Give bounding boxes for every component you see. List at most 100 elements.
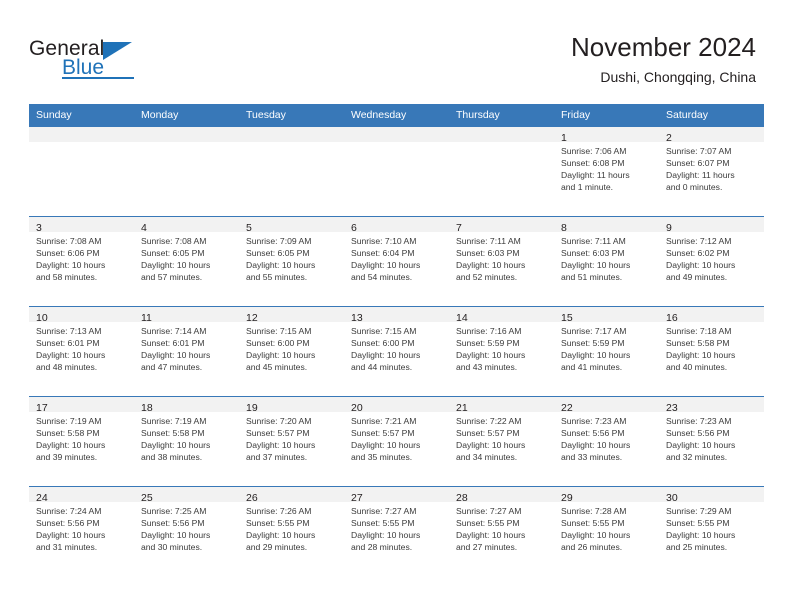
daylight-duration-line1: Daylight: 10 hours (246, 530, 316, 541)
calendar-day-cell[interactable]: 25 Sunrise: 7:25 AM Sunset: 5:56 PM Dayligh… (134, 486, 239, 576)
day-number-band: 18 (134, 397, 239, 414)
calendar-day-cell[interactable]: 14 Sunrise: 7:16 AM Sunset: 5:59 PM Dayligh… (449, 306, 554, 397)
daylight-duration-line1: Daylight: 10 hours (666, 440, 736, 451)
calendar-day-cell[interactable]: 15 Sunrise: 7:17 AM Sunset: 5:59 PM Dayligh… (554, 306, 659, 397)
calendar-header-row: Sunday Monday Tuesday Wednesday Thursday… (29, 104, 764, 127)
daylight-duration-line2: and 51 minutes. (561, 272, 623, 283)
daylight-duration-line2: and 29 minutes. (246, 542, 308, 553)
day-number: 24 (36, 492, 48, 504)
daylight-duration-line2: and 25 minutes. (666, 542, 728, 553)
sunrise-time: Sunrise: 7:08 AM (36, 236, 102, 246)
calendar-day-cell[interactable]: 23 Sunrise: 7:23 AM Sunset: 5:56 PM Dayligh… (659, 396, 764, 487)
calendar-day-cell[interactable]: 8 Sunrise: 7:11 AM Sunset: 6:03 PM Daylight… (554, 216, 659, 307)
sunset-time: Sunset: 6:01 PM (36, 338, 100, 349)
sunrise-time: Sunrise: 7:11 AM (456, 236, 521, 246)
daylight-duration-line1: Daylight: 10 hours (456, 530, 526, 541)
daylight-duration-line2: and 44 minutes. (351, 362, 413, 373)
day-number-band (449, 127, 554, 142)
calendar-day-cell[interactable]: 19 Sunrise: 7:20 AM Sunset: 5:57 PM Dayligh… (239, 396, 344, 487)
calendar-week-row: 10 Sunrise: 7:13 AM Sunset: 6:01 PM Dayligh… (29, 306, 764, 397)
sunset-time: Sunset: 5:55 PM (351, 518, 415, 529)
calendar-day-cell[interactable]: 16 Sunrise: 7:18 AM Sunset: 5:58 PM Dayligh… (659, 306, 764, 397)
day-number: 29 (561, 492, 573, 504)
daylight-duration-line2: and 58 minutes. (36, 272, 98, 283)
daylight-duration-line1: Daylight: 10 hours (456, 440, 526, 451)
daylight-duration-line2: and 49 minutes. (666, 272, 728, 283)
calendar-day-cell[interactable]: 11 Sunrise: 7:14 AM Sunset: 6:01 PM Dayligh… (134, 306, 239, 397)
day-number: 17 (36, 402, 48, 414)
sunrise-time: Sunrise: 7:20 AM (246, 416, 312, 426)
day-number: 14 (456, 312, 468, 324)
daylight-duration-line2: and 30 minutes. (141, 542, 203, 553)
calendar-day-cell[interactable]: 26 Sunrise: 7:26 AM Sunset: 5:55 PM Dayligh… (239, 486, 344, 576)
day-number-band: 2 (659, 127, 764, 144)
daylight-duration-line2: and 34 minutes. (456, 452, 518, 463)
sunset-time: Sunset: 6:01 PM (141, 338, 205, 349)
day-number-band: 3 (29, 217, 134, 234)
calendar-day-cell[interactable]: 21 Sunrise: 7:22 AM Sunset: 5:57 PM Dayligh… (449, 396, 554, 487)
general-blue-logo[interactable]: General Blue (29, 37, 159, 85)
daylight-duration-line2: and 52 minutes. (456, 272, 518, 283)
day-details: Sunrise: 7:21 AM Sunset: 5:57 PM Daylight:… (344, 412, 449, 463)
day-number-band (344, 127, 449, 142)
sunrise-time: Sunrise: 7:06 AM (561, 146, 627, 156)
calendar-day-cell[interactable]: 12 Sunrise: 7:15 AM Sunset: 6:00 PM Dayligh… (239, 306, 344, 397)
day-number-band: 6 (344, 217, 449, 234)
sunset-time: Sunset: 5:56 PM (561, 428, 625, 439)
calendar-day-cell[interactable]: 4 Sunrise: 7:08 AM Sunset: 6:05 PM Daylight… (134, 216, 239, 307)
day-number-band: 10 (29, 307, 134, 324)
daylight-duration-line1: Daylight: 10 hours (351, 350, 421, 361)
daylight-duration-line1: Daylight: 10 hours (141, 260, 211, 271)
daylight-duration-line2: and 48 minutes. (36, 362, 98, 373)
calendar-day-cell[interactable]: 18 Sunrise: 7:19 AM Sunset: 5:58 PM Dayligh… (134, 396, 239, 487)
day-details: Sunrise: 7:08 AM Sunset: 6:06 PM Daylight:… (29, 232, 134, 283)
calendar-day-cell[interactable]: 5 Sunrise: 7:09 AM Sunset: 6:05 PM Daylight… (239, 216, 344, 307)
sunset-time: Sunset: 6:00 PM (351, 338, 415, 349)
day-number: 2 (666, 132, 672, 144)
day-number-band: 27 (344, 487, 449, 504)
day-details: Sunrise: 7:23 AM Sunset: 5:56 PM Daylight:… (554, 412, 659, 463)
day-number-band: 11 (134, 307, 239, 324)
calendar-day-cell[interactable]: 22 Sunrise: 7:23 AM Sunset: 5:56 PM Dayligh… (554, 396, 659, 487)
calendar-day-cell[interactable]: 3 Sunrise: 7:08 AM Sunset: 6:06 PM Daylight… (29, 216, 134, 307)
calendar-week-row: 1 Sunrise: 7:06 AM Sunset: 6:08 PM Daylight… (29, 126, 764, 217)
calendar-day-cell[interactable]: 29 Sunrise: 7:28 AM Sunset: 5:55 PM Dayligh… (554, 486, 659, 576)
weekday-header-saturday: Saturday (659, 104, 764, 127)
sunset-time: Sunset: 5:55 PM (666, 518, 730, 529)
day-number: 8 (561, 222, 567, 234)
day-number-band: 1 (554, 127, 659, 144)
calendar-day-cell[interactable]: 2 Sunrise: 7:07 AM Sunset: 6:07 PM Daylight… (659, 126, 764, 217)
calendar-day-cell[interactable]: 30 Sunrise: 7:29 AM Sunset: 5:55 PM Dayligh… (659, 486, 764, 576)
sunrise-time: Sunrise: 7:28 AM (561, 506, 627, 516)
calendar-day-cell[interactable]: 10 Sunrise: 7:13 AM Sunset: 6:01 PM Dayligh… (29, 306, 134, 397)
day-details: Sunrise: 7:19 AM Sunset: 5:58 PM Daylight:… (29, 412, 134, 463)
calendar-day-cell[interactable]: 20 Sunrise: 7:21 AM Sunset: 5:57 PM Dayligh… (344, 396, 449, 487)
sunset-time: Sunset: 6:07 PM (666, 158, 730, 169)
sunset-time: Sunset: 5:57 PM (246, 428, 310, 439)
calendar-day-cell[interactable]: 1 Sunrise: 7:06 AM Sunset: 6:08 PM Daylight… (554, 126, 659, 217)
calendar-day-cell[interactable]: 24 Sunrise: 7:24 AM Sunset: 5:56 PM Dayligh… (29, 486, 134, 576)
sunset-time: Sunset: 6:03 PM (561, 248, 625, 259)
sunrise-time: Sunrise: 7:12 AM (666, 236, 732, 246)
sunrise-time: Sunrise: 7:19 AM (36, 416, 102, 426)
sunset-time: Sunset: 5:55 PM (456, 518, 520, 529)
day-details: Sunrise: 7:18 AM Sunset: 5:58 PM Daylight:… (659, 322, 764, 373)
daylight-duration-line1: Daylight: 10 hours (351, 260, 421, 271)
calendar-day-cell[interactable]: 17 Sunrise: 7:19 AM Sunset: 5:58 PM Dayligh… (29, 396, 134, 487)
daylight-duration-line1: Daylight: 11 hours (666, 170, 735, 181)
logo-triangle-icon (103, 42, 132, 60)
day-number: 11 (141, 312, 152, 324)
daylight-duration-line1: Daylight: 10 hours (246, 440, 316, 451)
sunset-time: Sunset: 6:05 PM (246, 248, 310, 259)
calendar-day-cell[interactable]: 7 Sunrise: 7:11 AM Sunset: 6:03 PM Daylight… (449, 216, 554, 307)
daylight-duration-line1: Daylight: 10 hours (36, 530, 106, 541)
sunrise-time: Sunrise: 7:14 AM (141, 326, 207, 336)
weekday-header-sunday: Sunday (29, 104, 134, 127)
calendar-day-cell[interactable]: 28 Sunrise: 7:27 AM Sunset: 5:55 PM Dayligh… (449, 486, 554, 576)
calendar-day-cell[interactable]: 6 Sunrise: 7:10 AM Sunset: 6:04 PM Daylight… (344, 216, 449, 307)
calendar-day-cell[interactable]: 27 Sunrise: 7:27 AM Sunset: 5:55 PM Dayligh… (344, 486, 449, 576)
day-details: Sunrise: 7:27 AM Sunset: 5:55 PM Daylight:… (344, 502, 449, 553)
calendar-day-cell[interactable]: 9 Sunrise: 7:12 AM Sunset: 6:02 PM Daylight… (659, 216, 764, 307)
title-block: November 2024 Dushi, Chongqing, China (571, 32, 756, 87)
calendar-day-cell[interactable]: 13 Sunrise: 7:15 AM Sunset: 6:00 PM Dayligh… (344, 306, 449, 397)
